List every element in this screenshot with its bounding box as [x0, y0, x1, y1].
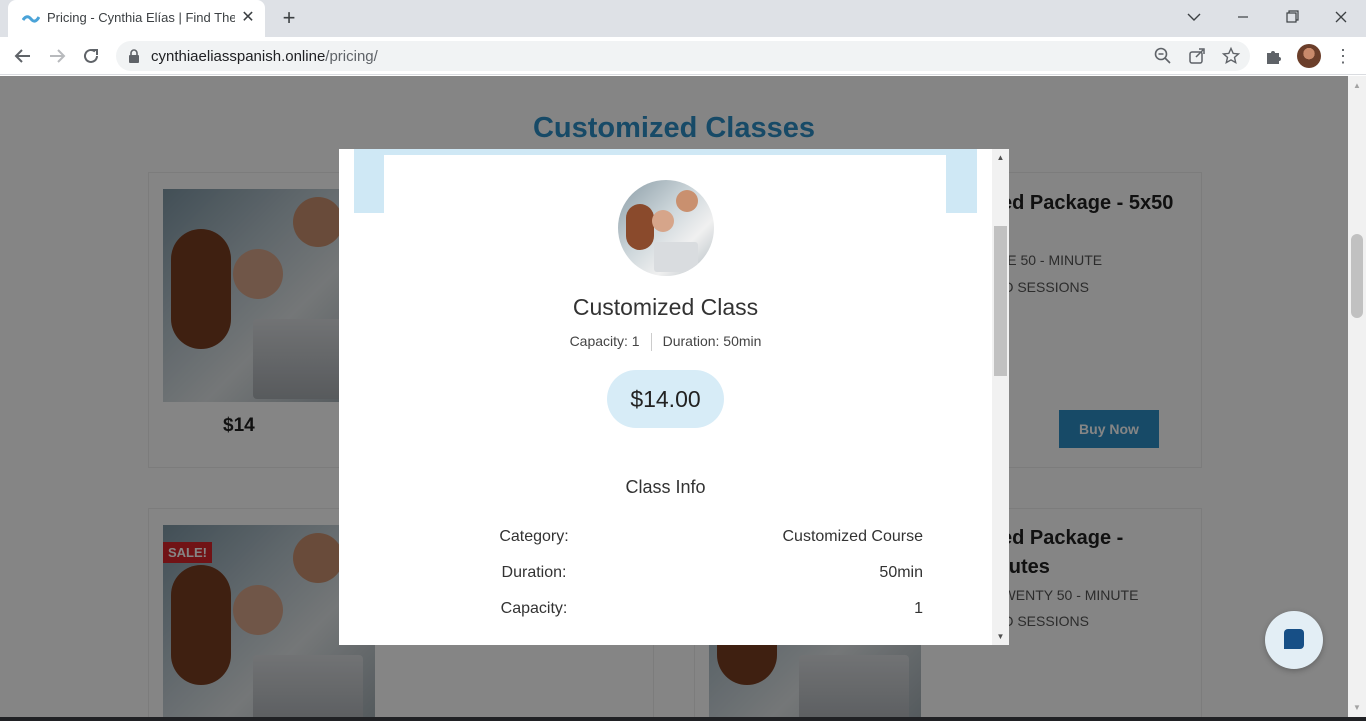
class-title: Customized Class	[572, 294, 759, 320]
class-avatar	[618, 180, 714, 276]
modal-scroll-down-arrow[interactable]: ▼	[995, 631, 1006, 642]
info-row-category: Category: Customized Course	[499, 528, 923, 548]
info-label: Capacity:	[500, 600, 568, 617]
page-scrollbar[interactable]: ▲ ▼	[1348, 76, 1366, 717]
modal-scroll-up-arrow[interactable]: ▲	[995, 152, 1006, 163]
restore-icon[interactable]	[1277, 4, 1307, 30]
share-icon[interactable]	[1187, 46, 1207, 66]
url-path: /pricing/	[325, 48, 378, 65]
info-label: Category:	[499, 528, 569, 545]
scroll-down-arrow[interactable]: ▼	[1352, 703, 1362, 713]
info-value: 1	[914, 600, 923, 617]
address-bar[interactable]: cynthiaeliasspanish.online/pricing/	[116, 41, 1250, 71]
class-details-modal: Customized Class Capacity: 1 Duration: 50…	[339, 149, 1009, 645]
info-value: Customized Course	[782, 528, 924, 545]
back-icon[interactable]	[10, 43, 36, 69]
taskbar-edge	[0, 717, 1366, 721]
profile-avatar[interactable]	[1297, 44, 1321, 68]
close-icon[interactable]: ✕	[239, 9, 257, 27]
zoom-icon[interactable]	[1153, 46, 1173, 66]
meta-divider	[650, 333, 652, 352]
browser-tab-pricing[interactable]: Pricing - Cynthia Elías | Find The Best …	[8, 0, 265, 37]
browser-toolbar: cynthiaeliasspanish.online/pricing/ ⋮	[0, 37, 1366, 75]
url-text[interactable]: cynthiaeliasspanish.online/pricing/	[151, 48, 378, 65]
extensions-icon[interactable]	[1264, 46, 1284, 66]
tab-title: Pricing - Cynthia Elías | Find The Best	[47, 10, 235, 25]
forward-icon[interactable]	[44, 43, 70, 69]
url-domain: cynthiaeliasspanish.online	[151, 48, 326, 65]
minimize-icon[interactable]	[1228, 4, 1258, 30]
info-row-duration: Duration: 50min	[499, 564, 923, 584]
window-close-icon[interactable]	[1326, 4, 1356, 30]
info-value: 50min	[879, 564, 923, 581]
class-info-heading: Class Info	[625, 477, 706, 497]
favicon-icon	[22, 15, 40, 23]
reload-icon[interactable]	[78, 43, 104, 69]
chevron-down-icon[interactable]	[1179, 4, 1209, 30]
capacity-meta: Capacity: 1	[569, 333, 640, 349]
class-price: $14.00	[607, 370, 724, 428]
modal-scrollbar-thumb[interactable]	[994, 226, 1007, 376]
chat-icon	[1284, 629, 1304, 649]
plus-icon[interactable]: +	[278, 7, 300, 30]
duration-meta: Duration: 50min	[662, 333, 762, 349]
class-meta: Capacity: 1 Duration: 50min	[339, 333, 992, 352]
scroll-up-arrow[interactable]: ▲	[1352, 81, 1362, 91]
lock-icon[interactable]	[128, 49, 140, 63]
modal-scrollbar[interactable]: ▲ ▼	[992, 149, 1009, 645]
menu-icon[interactable]: ⋮	[1334, 46, 1352, 66]
star-icon[interactable]	[1221, 46, 1241, 66]
chat-button[interactable]	[1265, 611, 1323, 669]
info-label: Duration:	[501, 564, 567, 581]
scrollbar-thumb[interactable]	[1351, 234, 1363, 318]
tab-strip: Pricing - Cynthia Elías | Find The Best …	[0, 0, 1366, 37]
info-row-capacity: Capacity: 1	[499, 600, 923, 620]
